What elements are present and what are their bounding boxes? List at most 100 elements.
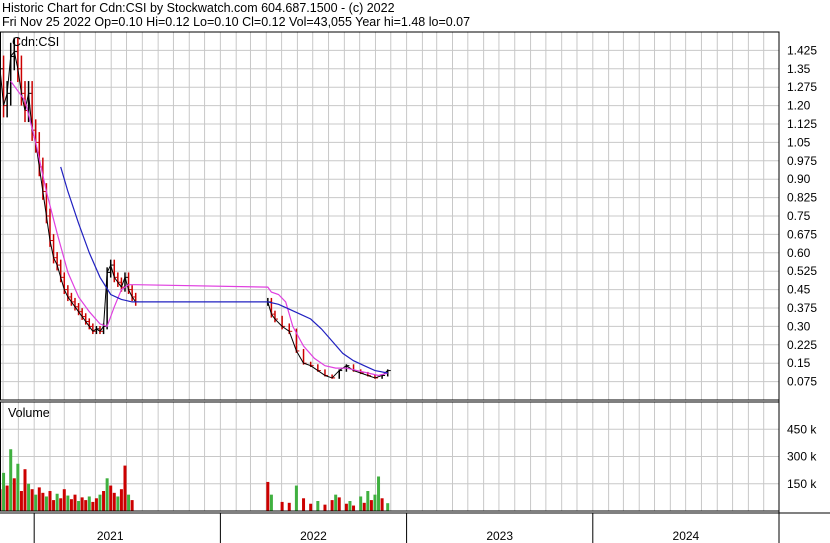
- volume-bar: [84, 500, 88, 511]
- x-axis-year-label: 2021: [97, 529, 124, 543]
- volume-bar: [69, 499, 73, 511]
- price-close-line: [281, 325, 290, 332]
- volume-bar: [34, 494, 38, 511]
- moving-average-short-line: [10, 80, 388, 377]
- price-close-line: [317, 370, 326, 376]
- price-tick-label: 0.225: [787, 338, 817, 352]
- volume-bar: [302, 498, 306, 511]
- price-tick-label: 0.90: [787, 172, 811, 186]
- volume-bar: [344, 503, 348, 511]
- grid-lines: [0, 32, 779, 511]
- price-tick-label: 0.60: [787, 246, 811, 260]
- volume-bar: [27, 483, 31, 511]
- volume-bar: [330, 500, 334, 511]
- volume-tick-label: 450 k: [787, 422, 817, 436]
- volume-bar: [119, 489, 123, 511]
- volume-bar: [323, 504, 327, 511]
- volume-bar: [9, 449, 13, 511]
- volume-bar: [362, 502, 366, 511]
- volume-bar: [334, 494, 338, 511]
- volume-bar: [16, 463, 20, 511]
- volume-panel-title: Volume: [8, 406, 50, 420]
- volume-bar: [98, 494, 102, 511]
- price-tick-label: 1.425: [787, 43, 817, 57]
- price-tick-label: 1.05: [787, 135, 811, 149]
- volume-bar: [52, 500, 56, 511]
- volume-bar: [116, 496, 120, 511]
- price-tick-label: 0.525: [787, 264, 817, 278]
- volume-tick-label: 150 k: [787, 477, 817, 491]
- volume-bar: [123, 465, 127, 511]
- volume-bar: [87, 496, 91, 511]
- volume-bar: [48, 491, 52, 511]
- price-tick-label: 0.075: [787, 375, 817, 389]
- price-tick-label: 1.35: [787, 62, 811, 76]
- volume-tick-label: 300 k: [787, 450, 817, 464]
- price-close-line: [360, 372, 368, 376]
- volume-bar: [23, 469, 27, 511]
- moving-average-lines: [10, 80, 388, 377]
- price-tick-label: 0.30: [787, 319, 811, 333]
- volume-bar: [337, 497, 341, 511]
- volume-bar: [369, 500, 373, 511]
- price-tick-label: 0.975: [787, 154, 817, 168]
- volume-bar: [309, 503, 313, 511]
- volume-bar: [44, 496, 48, 511]
- volume-bars: [0, 449, 390, 511]
- volume-bar: [91, 501, 95, 511]
- price-close-line: [331, 370, 340, 379]
- volume-bar: [352, 505, 356, 511]
- price-tick-label: 1.125: [787, 117, 817, 131]
- volume-bar: [359, 496, 363, 511]
- volume-bar: [316, 501, 320, 511]
- price-close-line: [274, 318, 283, 327]
- chart-canvas: 1.425 1.35 1.275 1.20 1.125 1.05 0.975 0.90 0.82…: [0, 31, 830, 543]
- volume-bar: [41, 492, 45, 511]
- x-axis-year-label: 2022: [300, 529, 327, 543]
- volume-bar: [55, 493, 59, 511]
- volume-bar: [112, 492, 116, 511]
- volume-bar: [77, 501, 81, 511]
- price-close-line: [367, 374, 376, 379]
- volume-bar: [377, 476, 381, 511]
- volume-bar: [294, 485, 298, 511]
- volume-bar: [380, 498, 384, 511]
- volume-bar: [269, 494, 273, 511]
- volume-bar: [130, 500, 134, 511]
- volume-bar: [94, 498, 98, 511]
- price-tick-label: 0.375: [787, 301, 817, 315]
- x-axis-year-label: 2024: [673, 529, 700, 543]
- price-tick-label: 1.275: [787, 80, 817, 94]
- price-tick-label: 0.45: [787, 283, 811, 297]
- stock-chart: Historic Chart for Cdn:CSI by Stockwatch…: [0, 0, 830, 543]
- volume-bar: [348, 501, 352, 511]
- volume-bar: [105, 478, 109, 511]
- volume-bar: [62, 489, 66, 511]
- price-panel-title: Cdn:CSI: [12, 35, 59, 49]
- axis-labels: 1.425 1.35 1.275 1.20 1.125 1.05 0.975 0.90 0.82…: [8, 35, 817, 543]
- price-tick-label: 0.675: [787, 227, 817, 241]
- volume-bar: [80, 497, 84, 511]
- price-tick-label: 0.75: [787, 209, 811, 223]
- volume-bar: [366, 491, 370, 511]
- volume-bar: [109, 485, 113, 511]
- price-tick-label: 0.825: [787, 191, 817, 205]
- volume-bar: [102, 491, 106, 511]
- price-tick-label: 1.20: [787, 99, 811, 113]
- volume-bar: [280, 501, 284, 511]
- volume-bar: [12, 478, 16, 511]
- volume-bar: [37, 487, 41, 511]
- volume-bar: [59, 498, 63, 511]
- volume-bar: [5, 485, 9, 511]
- price-bars: [0, 37, 391, 379]
- volume-bar: [266, 481, 270, 511]
- volume-bar: [373, 494, 377, 511]
- price-tick-label: 0.15: [787, 356, 811, 370]
- volume-bar: [30, 489, 34, 511]
- x-axis-year-label: 2023: [486, 529, 513, 543]
- price-close-line: [310, 365, 319, 371]
- volume-bar: [127, 494, 131, 511]
- price-close-line: [288, 331, 297, 352]
- volume-bar: [66, 495, 70, 511]
- volume-bar: [73, 494, 77, 511]
